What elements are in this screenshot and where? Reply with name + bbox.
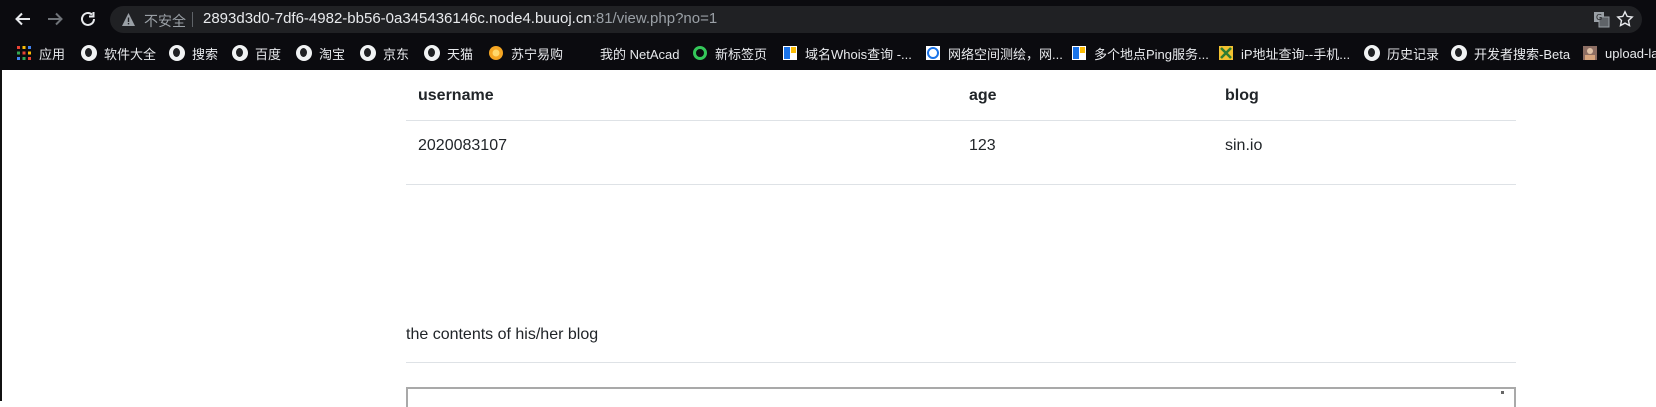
bookmark-label: 淘宝 [319, 46, 346, 62]
cell-age: 123 [969, 137, 996, 154]
bookmark-label: 百度 [255, 46, 282, 62]
arrow-left-icon [15, 12, 30, 26]
browser-chrome: 不安全 2893d3d0-7df6-4982-bb56-0a345436146c… [0, 0, 1656, 70]
globe-icon [1364, 45, 1380, 61]
reload-icon [81, 11, 95, 26]
table-row: 2020083107 123 sin.io [406, 121, 1516, 185]
url-host: 2893d3d0-7df6-4982-bb56-0a345436146c.nod… [203, 10, 592, 27]
bookmark-item[interactable]: 开发者搜索-Beta [1451, 43, 1570, 63]
bookmark-blue-icon [1072, 46, 1086, 60]
url-path: :81/view.php?no=1 [591, 10, 718, 27]
blog-contents-heading: the contents of his/her blog [406, 326, 599, 343]
bookmark-label: 域名Whois查询 -... [805, 46, 912, 62]
bookmark-item[interactable]: 我的 NetAcad [577, 43, 679, 63]
bookmark-item[interactable]: 新标签页 [692, 43, 767, 63]
bookmark-item[interactable]: 百度 [232, 43, 281, 63]
shield-blue-icon [926, 46, 940, 60]
avatar-icon [1583, 46, 1597, 60]
bookmark-item[interactable]: 网络空间测绘，网... [925, 43, 1063, 63]
bookmark-item[interactable]: 域名Whois查询 -... [782, 43, 912, 63]
url-text[interactable]: 2893d3d0-7df6-4982-bb56-0a345436146c.nod… [203, 10, 717, 27]
bookmark-apps[interactable]: 应用 [16, 43, 65, 63]
green-ring-icon [693, 46, 707, 60]
globe-icon [169, 45, 185, 61]
cell-username: 2020083107 [418, 137, 507, 154]
globe-icon [232, 45, 248, 61]
reload-button[interactable] [76, 7, 100, 31]
bookmark-label: 应用 [39, 46, 66, 62]
bookmark-label: 多个地点Ping服务... [1094, 46, 1209, 62]
bookmark-item[interactable]: upload-la [1582, 43, 1656, 63]
user-table: username age blog 2020083107 123 sin.io [406, 70, 1516, 185]
translate-icon[interactable]: G [1593, 11, 1610, 28]
svg-text:G: G [1596, 13, 1602, 22]
arrow-right-icon [48, 12, 63, 26]
bookmark-label: 开发者搜索-Beta [1474, 46, 1571, 62]
globe-icon [296, 45, 312, 61]
bookmark-item[interactable]: 淘宝 [296, 43, 345, 63]
bookmark-label: 苏宁易购 [511, 46, 564, 62]
ip-icon [1219, 46, 1233, 60]
cell-blog: sin.io [1225, 137, 1263, 154]
column-header-age: age [969, 87, 997, 104]
security-label[interactable]: 不安全 [144, 11, 186, 31]
bookmark-blue-icon [783, 46, 797, 60]
blog-iframe[interactable] [406, 387, 1516, 407]
page-content: username age blog 2020083107 123 sin.io … [0, 70, 1656, 407]
bookmarks-bar: 应用 软件大全 搜索 百度 淘宝 京东 天猫 苏宁易购 我的 NetAcad 新… [0, 38, 1656, 68]
bookmark-item[interactable]: 京东 [360, 43, 409, 63]
forward-button[interactable] [43, 7, 67, 31]
suning-icon [489, 46, 503, 60]
globe-icon [81, 45, 97, 61]
bookmark-label: 软件大全 [104, 46, 157, 62]
bookmark-star-icon[interactable] [1616, 10, 1634, 28]
bookmark-label: 我的 NetAcad [600, 46, 680, 62]
bookmark-item[interactable]: 软件大全 [81, 43, 156, 63]
bookmark-label: 网络空间测绘，网... [948, 46, 1063, 62]
bookmark-label: 新标签页 [715, 46, 768, 62]
back-button[interactable] [11, 7, 35, 31]
bookmark-item[interactable]: 历史记录 [1364, 43, 1439, 63]
column-header-username: username [418, 87, 494, 104]
apps-grid-icon [17, 46, 31, 60]
page-left-edge [0, 70, 2, 401]
bookmark-label: 历史记录 [1387, 46, 1440, 62]
netacad-icon [577, 45, 593, 61]
address-bar[interactable]: 不安全 2893d3d0-7df6-4982-bb56-0a345436146c… [110, 6, 1642, 33]
table-header-row: username age blog [406, 70, 1516, 121]
scroll-arrow-icon[interactable] [1501, 391, 1504, 394]
bookmark-item[interactable]: 天猫 [424, 43, 473, 63]
address-divider [192, 12, 193, 27]
browser-toolbar: 不安全 2893d3d0-7df6-4982-bb56-0a345436146c… [0, 0, 1656, 38]
bookmark-label: upload-la [1605, 45, 1656, 61]
bookmark-item[interactable]: 多个地点Ping服务... [1071, 43, 1209, 63]
globe-icon [1451, 45, 1467, 61]
globe-icon [424, 45, 440, 61]
bookmark-label: 搜索 [192, 46, 219, 62]
bookmark-label: 京东 [383, 46, 410, 62]
divider [406, 362, 1516, 363]
globe-icon [360, 45, 376, 61]
bookmark-item[interactable]: 苏宁易购 [488, 43, 563, 63]
bookmark-item[interactable]: iP地址查询--手机... [1218, 43, 1350, 63]
bookmark-label: iP地址查询--手机... [1241, 46, 1351, 62]
warning-icon [122, 13, 135, 26]
column-header-blog: blog [1225, 87, 1259, 104]
bookmark-label: 天猫 [447, 46, 474, 62]
bookmark-item[interactable]: 搜索 [169, 43, 218, 63]
